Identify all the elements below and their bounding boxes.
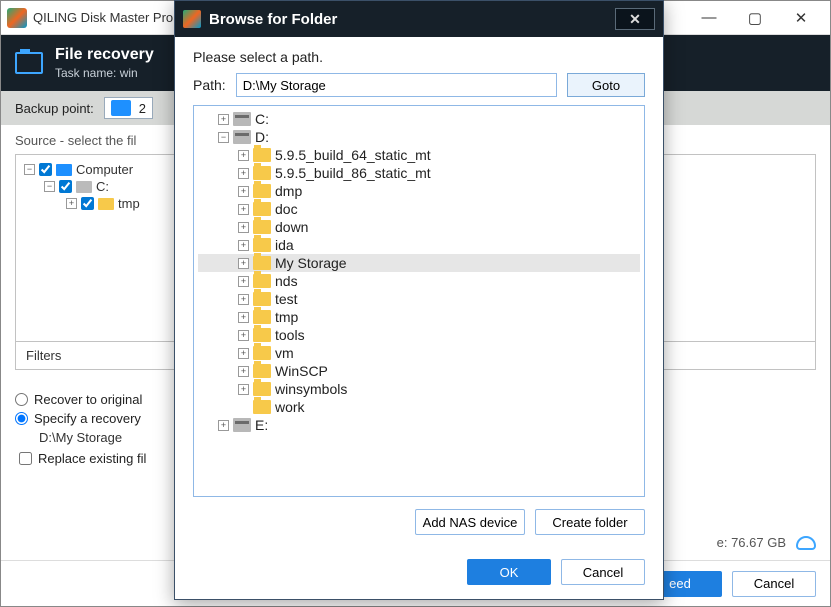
task-name-line: Task name: win — [55, 66, 154, 80]
folder-item[interactable]: down — [275, 219, 308, 235]
folder-icon — [253, 382, 271, 396]
maximize-button[interactable]: ▢ — [732, 3, 778, 33]
folder-tree[interactable]: + C: − D: +5.9.5_build_64_static_mt +5.9… — [193, 105, 645, 497]
computer-icon — [56, 164, 72, 176]
expand-icon[interactable]: + — [238, 384, 249, 395]
folder-icon — [253, 166, 271, 180]
folder-icon — [253, 400, 271, 414]
expand-icon[interactable]: + — [66, 198, 77, 209]
expand-icon[interactable]: + — [238, 240, 249, 251]
path-label: Path: — [193, 77, 226, 93]
folder-item[interactable]: test — [275, 291, 298, 307]
folder-icon — [253, 256, 271, 270]
drive-icon — [233, 130, 251, 144]
folder-item[interactable]: doc — [275, 201, 298, 217]
collapse-icon[interactable]: − — [44, 181, 55, 192]
collapse-icon[interactable]: − — [24, 164, 35, 175]
folder-icon — [253, 238, 271, 252]
dialog-close-button[interactable]: ✕ — [615, 8, 655, 30]
tmp-checkbox[interactable] — [81, 197, 94, 210]
expand-icon[interactable]: + — [238, 186, 249, 197]
app-logo-icon — [7, 8, 27, 28]
close-button[interactable]: ✕ — [778, 3, 824, 33]
expand-icon[interactable]: + — [238, 294, 249, 305]
drive-icon — [233, 418, 251, 432]
folder-item[interactable]: WinSCP — [275, 363, 328, 379]
expand-icon[interactable]: + — [238, 258, 249, 269]
computer-checkbox[interactable] — [39, 163, 52, 176]
folder-icon — [253, 184, 271, 198]
cancel-button[interactable]: Cancel — [732, 571, 816, 597]
replace-label: Replace existing fil — [38, 451, 146, 466]
expand-icon[interactable]: + — [238, 330, 249, 341]
drive-icon — [76, 181, 92, 193]
collapse-icon[interactable]: − — [218, 132, 229, 143]
tree-tmp[interactable]: tmp — [118, 196, 140, 211]
expand-icon[interactable]: + — [238, 312, 249, 323]
folder-item[interactable]: winsymbols — [275, 381, 347, 397]
folder-icon — [253, 346, 271, 360]
cloud-icon[interactable] — [796, 536, 816, 550]
folder-icon — [15, 52, 43, 74]
replace-checkbox[interactable] — [19, 452, 32, 465]
folder-item[interactable]: nds — [275, 273, 298, 289]
folder-icon — [253, 292, 271, 306]
tree-drive-e[interactable]: E: — [255, 417, 268, 433]
page-title: File recovery — [55, 46, 154, 64]
backup-select[interactable]: 2 — [104, 97, 153, 119]
folder-icon — [253, 202, 271, 216]
backup-label: Backup point: — [15, 101, 94, 116]
expand-icon[interactable]: + — [218, 420, 229, 431]
tree-drive-d[interactable]: D: — [255, 129, 269, 145]
folder-item[interactable]: tmp — [275, 309, 298, 325]
dialog-cancel-button[interactable]: Cancel — [561, 559, 645, 585]
create-folder-button[interactable]: Create folder — [535, 509, 645, 535]
path-input[interactable] — [236, 73, 557, 97]
expand-icon[interactable]: + — [238, 222, 249, 233]
expand-icon[interactable]: + — [238, 366, 249, 377]
folder-item[interactable]: vm — [275, 345, 294, 361]
drive-c-checkbox[interactable] — [59, 180, 72, 193]
free-space-info: e: 76.67 GB — [717, 535, 816, 550]
expand-icon[interactable]: + — [218, 114, 229, 125]
folder-icon — [253, 220, 271, 234]
folder-item[interactable]: ida — [275, 237, 294, 253]
folder-icon — [98, 198, 114, 210]
dialog-logo-icon — [183, 10, 201, 28]
folder-item[interactable]: tools — [275, 327, 305, 343]
expand-icon[interactable]: + — [238, 348, 249, 359]
expand-icon[interactable]: + — [238, 168, 249, 179]
folder-icon — [253, 310, 271, 324]
folder-icon — [253, 328, 271, 342]
folder-icon — [253, 364, 271, 378]
add-nas-button[interactable]: Add NAS device — [415, 509, 525, 535]
expand-icon[interactable]: + — [238, 150, 249, 161]
drive-icon — [111, 100, 131, 116]
drive-icon — [233, 112, 251, 126]
ok-button[interactable]: OK — [467, 559, 551, 585]
folder-item[interactable]: 5.9.5_build_86_static_mt — [275, 165, 431, 181]
folder-item-selected[interactable]: My Storage — [275, 255, 347, 271]
folder-icon — [253, 148, 271, 162]
folder-item[interactable]: dmp — [275, 183, 302, 199]
goto-button[interactable]: Goto — [567, 73, 645, 97]
tree-drive-c[interactable]: C: — [255, 111, 269, 127]
expand-icon[interactable]: + — [238, 276, 249, 287]
tree-computer[interactable]: Computer — [76, 162, 133, 177]
folder-item[interactable]: work — [275, 399, 305, 415]
minimize-button[interactable]: — — [686, 3, 732, 33]
dialog-titlebar: Browse for Folder ✕ — [175, 1, 663, 37]
expand-icon[interactable]: + — [238, 204, 249, 215]
folder-item[interactable]: 5.9.5_build_64_static_mt — [275, 147, 431, 163]
dialog-title: Browse for Folder — [209, 11, 337, 28]
dialog-prompt: Please select a path. — [193, 49, 645, 65]
browse-folder-dialog: Browse for Folder ✕ Please select a path… — [174, 0, 664, 600]
tree-drive-c[interactable]: C: — [96, 179, 109, 194]
folder-icon — [253, 274, 271, 288]
